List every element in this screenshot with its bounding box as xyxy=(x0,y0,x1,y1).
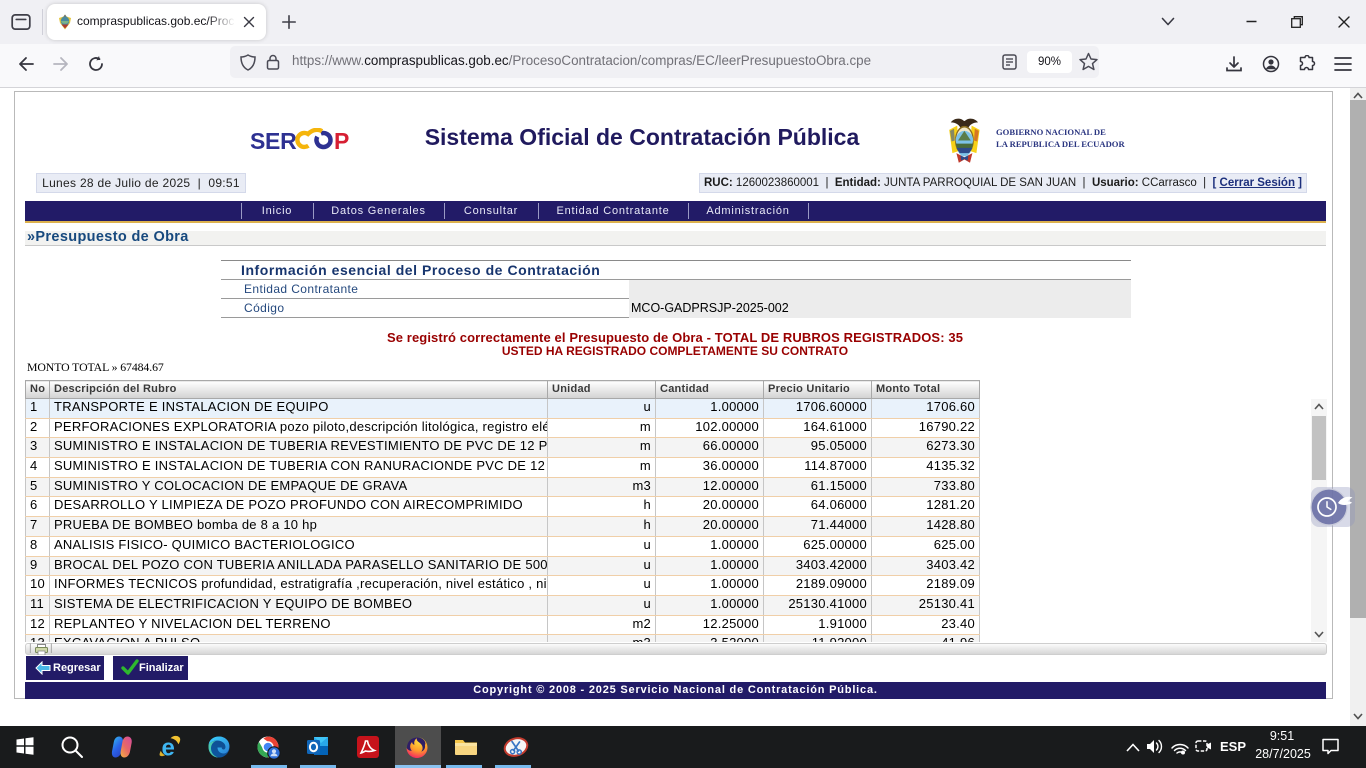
svg-text:SER: SER xyxy=(250,128,297,154)
svg-text:GOBIERNO NACIONAL DE: GOBIERNO NACIONAL DE xyxy=(996,127,1106,137)
svg-text:LA REPUBLICA DEL ECUADOR: LA REPUBLICA DEL ECUADOR xyxy=(996,139,1125,149)
